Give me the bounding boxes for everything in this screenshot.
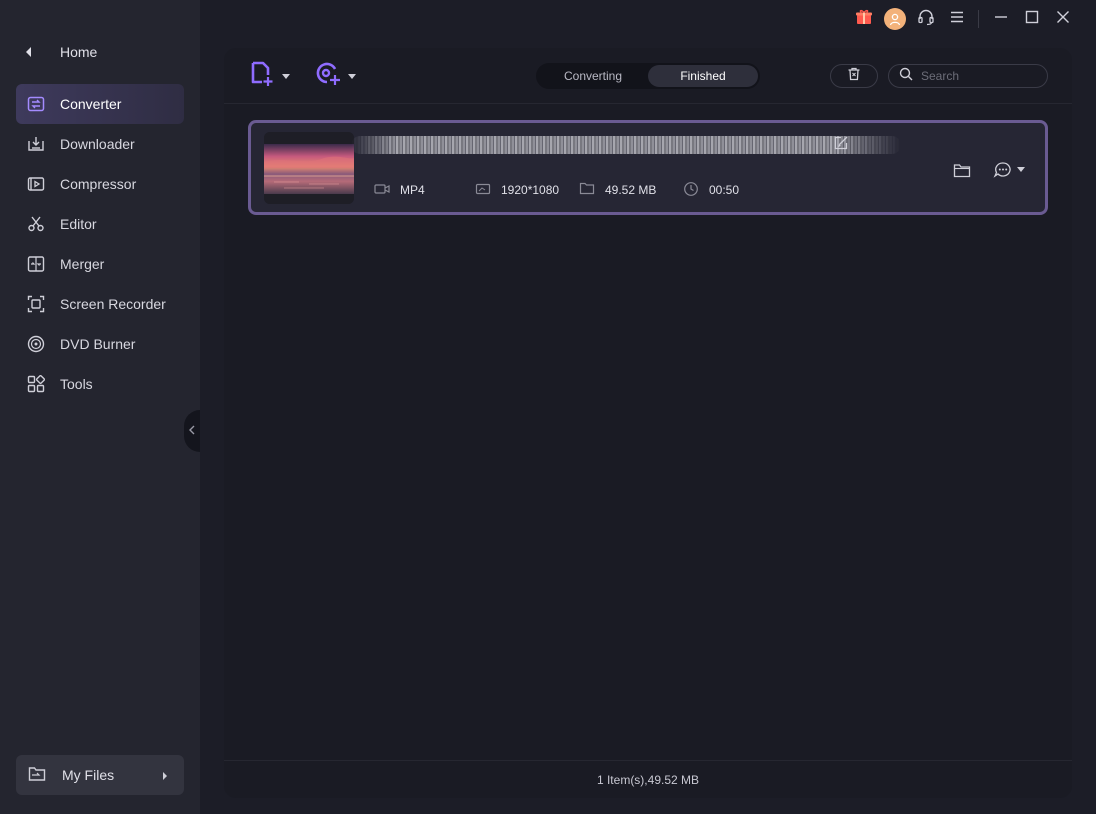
minimize-button[interactable]	[985, 6, 1016, 32]
sidebar-item-label: DVD Burner	[60, 336, 136, 352]
close-icon	[1056, 10, 1070, 29]
add-dvd-button[interactable]	[314, 62, 356, 90]
my-files-label: My Files	[62, 767, 115, 783]
sidebar-collapse-handle[interactable]	[184, 410, 200, 452]
status-footer: 1 Item(s),49.52 MB	[224, 760, 1072, 798]
home-label: Home	[60, 44, 98, 60]
sunset-thumbnail-image	[264, 132, 354, 204]
video-camera-icon	[374, 183, 390, 198]
tab-finished[interactable]: Finished	[648, 65, 758, 87]
hamburger-menu-icon	[950, 10, 964, 28]
title-bar-divider	[978, 10, 979, 28]
sidebar-item-label: Screen Recorder	[60, 296, 166, 312]
sidebar-item-label: Merger	[60, 256, 105, 272]
sidebar-item-screen-recorder[interactable]: Screen Recorder	[16, 284, 184, 324]
resolution-icon	[475, 183, 491, 198]
status-tabs: Converting Finished	[536, 63, 760, 89]
converter-icon	[26, 94, 46, 114]
menu-button[interactable]	[941, 6, 972, 32]
tab-converting[interactable]: Converting	[538, 65, 648, 87]
sidebar-item-converter[interactable]: Converter	[16, 84, 184, 124]
avatar	[883, 8, 906, 30]
search-box	[888, 64, 1048, 88]
rename-button[interactable]	[833, 135, 849, 156]
caret-left-icon	[22, 47, 36, 57]
add-file-icon	[250, 60, 276, 93]
add-files-button[interactable]	[250, 60, 290, 93]
file-name-redacted	[351, 136, 901, 154]
file-duration-value: 00:50	[709, 183, 740, 197]
sidebar-item-tools[interactable]: Tools	[16, 364, 184, 404]
close-button[interactable]	[1047, 6, 1078, 32]
sidebar-item-downloader[interactable]: Downloader	[16, 124, 184, 164]
compressor-icon	[26, 174, 46, 194]
open-folder-button[interactable]	[953, 163, 971, 178]
file-duration: 00:50	[683, 180, 739, 200]
item-actions	[953, 161, 1025, 179]
video-thumbnail[interactable]	[264, 132, 354, 204]
edit-icon	[834, 136, 848, 150]
caret-right-icon	[162, 768, 168, 784]
file-format-value: MP4	[400, 183, 425, 197]
headset-icon	[917, 8, 935, 31]
folder-icon	[579, 182, 595, 198]
main-panel: Converting Finished Search MP4 1920*1080…	[224, 48, 1072, 798]
folder-icon	[28, 766, 46, 785]
sidebar-item-label: Converter	[60, 96, 122, 112]
sidebar-item-merger[interactable]: Merger	[16, 244, 184, 284]
sidebar-nav: Converter Downloader Compressor Editor M…	[16, 84, 184, 404]
sidebar: Home Converter Downloader Compressor Edi…	[0, 0, 200, 814]
user-icon	[889, 13, 900, 26]
add-disc-icon	[314, 60, 342, 93]
maximize-icon	[1025, 10, 1039, 29]
home-link[interactable]: Home	[22, 40, 97, 64]
chevron-down-icon	[1017, 167, 1025, 172]
account-button[interactable]	[879, 6, 910, 32]
clock-icon	[683, 181, 699, 200]
grid-icon	[26, 374, 46, 394]
folder-icon	[953, 163, 971, 177]
sidebar-item-label: Editor	[60, 216, 97, 232]
support-button[interactable]	[910, 6, 941, 32]
chevron-left-icon	[189, 422, 195, 440]
maximize-button[interactable]	[1016, 6, 1047, 32]
search-input[interactable]	[921, 69, 1041, 83]
chevron-down-icon	[282, 67, 290, 85]
trash-icon	[847, 67, 861, 86]
items-summary: 1 Item(s),49.52 MB	[596, 772, 700, 787]
gift-button[interactable]	[848, 6, 879, 32]
downloader-icon	[26, 134, 46, 154]
title-bar-controls	[848, 6, 1078, 32]
screen-recorder-icon	[26, 294, 46, 314]
my-files-button[interactable]: My Files	[16, 755, 184, 795]
sidebar-item-dvd-burner[interactable]: DVD Burner	[16, 324, 184, 364]
disc-icon	[26, 334, 46, 354]
search-icon	[899, 67, 913, 86]
more-dots-icon	[993, 162, 1011, 178]
file-size-value: 49.52 MB	[605, 183, 657, 197]
toolbar: Converting Finished	[224, 48, 1072, 104]
file-format: MP4	[374, 180, 425, 200]
sidebar-item-label: Compressor	[60, 176, 137, 192]
more-options-button[interactable]	[993, 161, 1025, 179]
app-window: Home Converter Downloader Compressor Edi…	[0, 0, 1096, 814]
sidebar-item-label: Tools	[60, 376, 93, 392]
minimize-icon	[994, 10, 1008, 29]
scissors-icon	[26, 214, 46, 234]
merger-icon	[26, 254, 46, 274]
file-size: 49.52 MB	[579, 180, 656, 200]
gift-icon	[855, 8, 873, 31]
sidebar-item-editor[interactable]: Editor	[16, 204, 184, 244]
clear-list-button[interactable]	[830, 64, 878, 88]
file-resolution-value: 1920*1080	[501, 183, 560, 197]
chevron-down-icon	[348, 67, 356, 85]
list-item[interactable]: MP4 1920*1080 49.52 MB 00:50	[248, 120, 1048, 215]
file-resolution: 1920*1080	[475, 180, 559, 200]
sidebar-item-label: Downloader	[60, 136, 135, 152]
sidebar-item-compressor[interactable]: Compressor	[16, 164, 184, 204]
